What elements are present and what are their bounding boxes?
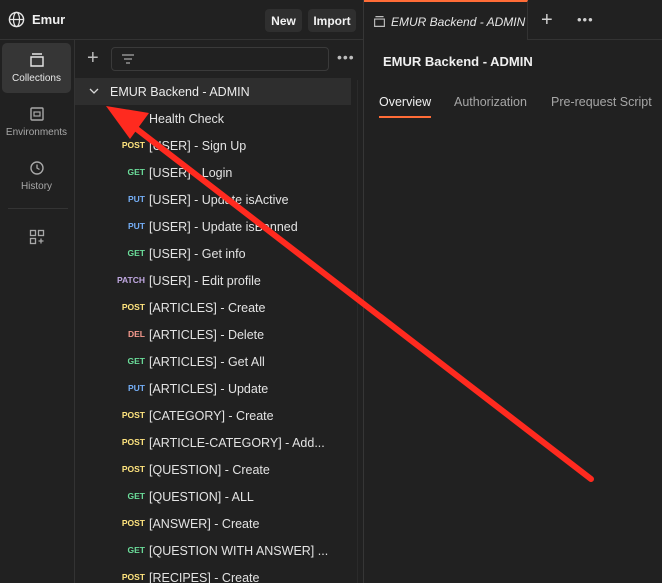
subtab-overview[interactable]: Overview <box>379 95 431 109</box>
request-name: [USER] - Update isBanned <box>149 220 298 234</box>
http-method-badge: PUT <box>128 221 145 231</box>
request-name: [QUESTION WITH ANSWER] ... <box>149 544 329 558</box>
request-name: [QUESTION] - ALL <box>149 490 254 504</box>
rail-label-environments: Environments <box>5 127 68 138</box>
http-method-badge: PUT <box>128 194 145 204</box>
http-method-badge: GET <box>127 356 145 366</box>
request-item[interactable]: GET [QUESTION WITH ANSWER] ... <box>75 537 351 564</box>
http-method-badge: POST <box>121 464 145 474</box>
request-item[interactable]: POST [ANSWER] - Create <box>75 510 351 537</box>
history-icon <box>29 161 44 175</box>
http-method-badge: POST <box>121 518 145 528</box>
request-name: [ANSWER] - Create <box>149 517 260 531</box>
request-item[interactable]: POST [QUESTION] - Create <box>75 456 351 483</box>
subtab-authorization[interactable]: Authorization <box>454 95 527 109</box>
rail-item-collections[interactable]: Collections <box>2 43 71 93</box>
tab-bar: EMUR Backend - ADMIN + ••• <box>364 0 662 40</box>
add-widgets-icon <box>29 229 44 245</box>
request-name: [QUESTION] - Create <box>149 463 270 477</box>
add-collection-icon[interactable]: + <box>87 48 99 68</box>
http-method-badge: GET <box>127 167 145 177</box>
request-item[interactable]: GET Health Check <box>75 105 351 132</box>
rail-label-collections: Collections <box>12 73 61 84</box>
http-method-badge: GET <box>127 491 145 501</box>
request-item[interactable]: GET [ARTICLES] - Get All <box>75 348 351 375</box>
request-name: [ARTICLES] - Get All <box>149 355 265 369</box>
http-method-badge: POST <box>121 572 145 582</box>
http-method-badge: POST <box>121 437 145 447</box>
request-name: [ARTICLES] - Update <box>149 382 269 396</box>
request-name: [USER] - Sign Up <box>149 139 247 153</box>
tab-label: EMUR Backend - ADMIN <box>391 15 526 29</box>
sidebar-scrollbar[interactable] <box>357 80 358 583</box>
collection-row[interactable]: EMUR Backend - ADMIN <box>75 78 351 105</box>
request-item[interactable]: GET [USER] - Login <box>75 159 351 186</box>
request-item[interactable]: PUT [ARTICLES] - Update <box>75 375 351 402</box>
page-title: EMUR Backend - ADMIN <box>383 54 533 69</box>
request-name: [USER] - Get info <box>149 247 246 261</box>
http-method-badge: GET <box>127 248 145 258</box>
filter-input[interactable] <box>111 47 329 71</box>
collection-name: EMUR Backend - ADMIN <box>110 85 250 99</box>
request-name: [CATEGORY] - Create <box>149 409 274 423</box>
rail-item-add-widgets[interactable] <box>2 220 71 270</box>
request-item[interactable]: POST [ARTICLE-CATEGORY] - Add... <box>75 429 351 456</box>
http-method-badge: PATCH <box>116 275 145 285</box>
rail-item-environments[interactable]: Environments <box>2 97 71 147</box>
filter-icon <box>122 54 134 64</box>
request-item[interactable]: PATCH [USER] - Edit profile <box>75 267 351 294</box>
request-item[interactable]: GET [USER] - Get info <box>75 240 351 267</box>
import-button[interactable]: Import <box>308 9 356 32</box>
request-name: Health Check <box>149 112 225 126</box>
request-name: [USER] - Update isActive <box>149 193 289 207</box>
request-name: [ARTICLE-CATEGORY] - Add... <box>149 436 325 450</box>
request-name: [ARTICLES] - Create <box>149 301 266 315</box>
request-name: [RECIPES] - Create <box>149 571 260 583</box>
request-item[interactable]: GET [QUESTION] - ALL <box>75 483 351 510</box>
request-item[interactable]: POST [USER] - Sign Up <box>75 132 351 159</box>
http-method-badge: GET <box>127 545 145 555</box>
request-item[interactable]: POST [RECIPES] - Create <box>75 564 351 583</box>
rail-label-history: History <box>20 181 53 192</box>
workspace-name[interactable]: Emur <box>32 12 65 27</box>
collections-icon <box>29 53 44 67</box>
tab-options-icon[interactable]: ••• <box>577 12 594 27</box>
request-item[interactable]: DEL [ARTICLES] - Delete <box>75 321 351 348</box>
request-item[interactable]: POST [ARTICLES] - Create <box>75 294 351 321</box>
request-item[interactable]: POST [CATEGORY] - Create <box>75 402 351 429</box>
active-subtab-indicator <box>379 116 431 118</box>
request-name: [USER] - Edit profile <box>149 274 261 288</box>
request-item[interactable]: PUT [USER] - Update isBanned <box>75 213 351 240</box>
http-method-badge: POST <box>121 140 145 150</box>
http-method-badge: GET <box>127 113 145 123</box>
request-name: [USER] - Login <box>149 166 233 180</box>
chevron-down-icon[interactable] <box>89 87 99 95</box>
collection-icon <box>374 16 385 27</box>
http-method-badge: POST <box>121 302 145 312</box>
tab-emur-backend-admin[interactable]: EMUR Backend - ADMIN <box>364 0 528 40</box>
http-method-badge: POST <box>121 410 145 420</box>
rail-item-history[interactable]: History <box>2 151 71 201</box>
collection-subtabs: Overview Authorization Pre-request Scrip… <box>364 86 662 118</box>
request-item[interactable]: PUT [USER] - Update isActive <box>75 186 351 213</box>
new-button[interactable]: New <box>265 9 302 32</box>
environments-icon <box>29 107 44 121</box>
left-nav-rail: Collections Environments History <box>0 40 75 583</box>
collections-sidebar: + ••• EMUR Backend - ADMIN GET Health Che… <box>75 40 363 583</box>
request-name: [ARTICLES] - Delete <box>149 328 265 342</box>
more-options-icon[interactable]: ••• <box>337 49 355 65</box>
globe-icon <box>8 11 25 28</box>
workspace-header: Emur New Import <box>0 0 363 40</box>
new-tab-icon[interactable]: + <box>541 9 553 32</box>
http-method-badge: PUT <box>128 383 145 393</box>
subtab-pre-request-script[interactable]: Pre-request Script <box>551 95 652 109</box>
http-method-badge: DEL <box>128 329 145 339</box>
rail-divider <box>8 208 68 209</box>
